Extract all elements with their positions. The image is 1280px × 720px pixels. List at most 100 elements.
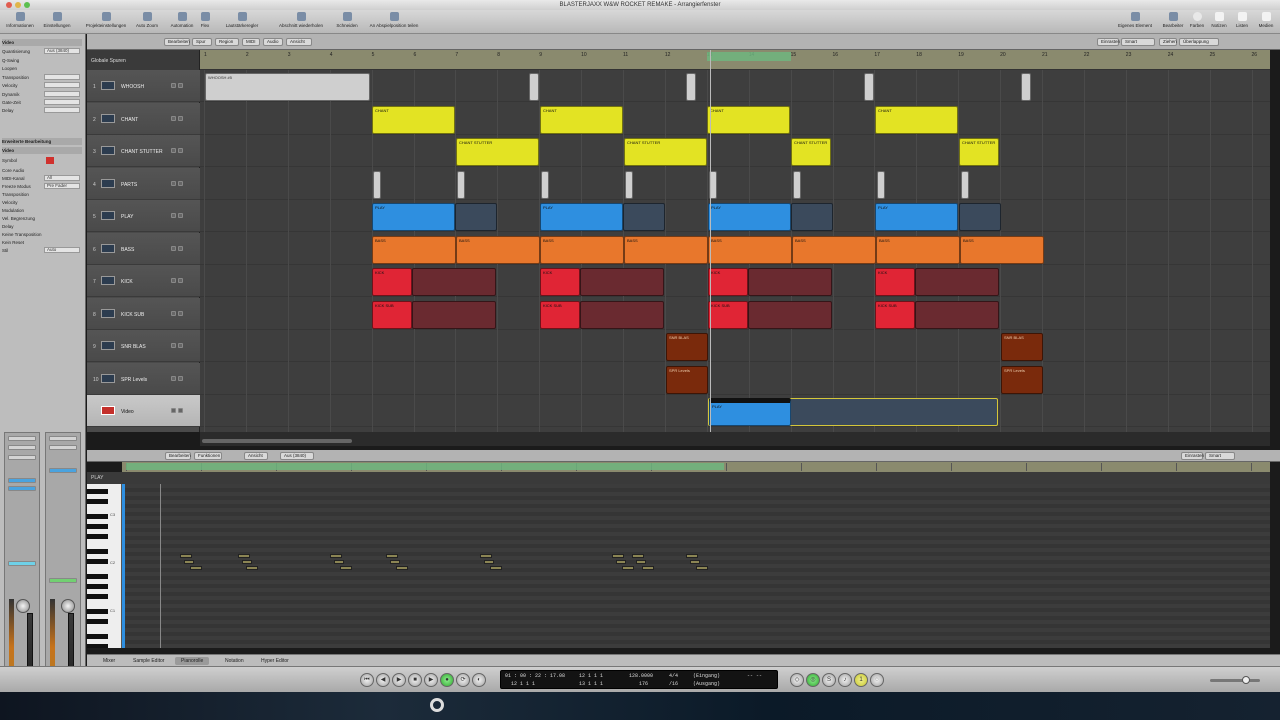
eq-button[interactable] (49, 445, 77, 450)
region[interactable] (455, 203, 497, 231)
menu-audio[interactable]: Audio (263, 38, 283, 46)
solo-button[interactable] (178, 213, 183, 218)
tab-notation[interactable]: Notation (219, 657, 250, 665)
region[interactable]: CHANT STUTTER (959, 138, 999, 166)
region[interactable]: CHANT STUTTER (456, 138, 539, 166)
black-key[interactable] (87, 609, 108, 614)
tab-mixer[interactable]: Mixer (97, 657, 121, 665)
output-slot[interactable] (8, 486, 36, 491)
mute-button[interactable] (171, 343, 176, 348)
scroll-thumb[interactable] (202, 439, 352, 443)
toolbar-media-button[interactable]: Medien (1254, 12, 1278, 28)
delay-field[interactable] (44, 107, 80, 113)
region[interactable]: PLAY (875, 203, 958, 231)
toolbar-informationen-button[interactable]: Informationen (3, 12, 37, 28)
solo-button[interactable] (178, 83, 183, 88)
instrument-slot[interactable] (8, 478, 36, 483)
region[interactable]: PLAY (708, 203, 791, 231)
black-key[interactable] (87, 489, 108, 494)
mute-solo-buttons[interactable] (171, 148, 193, 154)
stop-icon[interactable]: ■ (408, 673, 422, 687)
region[interactable]: KICK SUB (372, 300, 412, 329)
fast-forward-icon[interactable]: ▶ (392, 673, 406, 687)
menu-bearbeiten[interactable]: Bearbeiten (164, 38, 190, 46)
region[interactable]: CHANT (540, 105, 623, 134)
black-key[interactable] (87, 584, 108, 589)
group-slot[interactable] (8, 561, 36, 566)
output-slot[interactable] (49, 468, 77, 473)
mute-button[interactable] (171, 115, 176, 121)
midi-note[interactable] (686, 554, 698, 558)
mute-solo-buttons[interactable] (171, 180, 193, 187)
close-window-icon[interactable] (6, 2, 12, 8)
tab-hyper-editor[interactable]: Hyper Editor (255, 657, 295, 665)
region[interactable]: KICK (372, 268, 412, 296)
region[interactable] (580, 268, 664, 296)
track-lane[interactable] (200, 168, 1270, 200)
midi-note[interactable] (340, 566, 352, 570)
menu-region[interactable]: Region (215, 38, 239, 46)
tuner-icon[interactable]: ◎ (806, 673, 820, 687)
mute-button[interactable] (171, 375, 176, 381)
region[interactable] (864, 73, 874, 101)
region[interactable]: KICK SUB (708, 300, 748, 329)
black-key[interactable] (87, 514, 108, 519)
region[interactable]: CHANT (875, 105, 958, 134)
region[interactable] (793, 170, 801, 199)
midi-note[interactable] (636, 560, 646, 564)
midi-note[interactable] (184, 560, 194, 564)
region[interactable]: PLAY (709, 398, 791, 426)
pr-quantize-select[interactable]: Aus (3840) (280, 452, 314, 460)
solo-icon[interactable]: S (822, 673, 836, 687)
pan-knob[interactable] (61, 599, 75, 613)
solo-button[interactable] (178, 115, 183, 121)
midi-note[interactable] (690, 560, 700, 564)
setting-button[interactable] (8, 436, 36, 441)
region[interactable] (1021, 73, 1031, 101)
region[interactable]: SPR Levels (1001, 365, 1043, 394)
solo-button[interactable] (178, 278, 183, 283)
midi-note[interactable] (612, 554, 624, 558)
cycle-icon[interactable]: ⟳ (456, 673, 470, 687)
track-lane[interactable] (200, 363, 1270, 395)
pan-knob[interactable] (16, 599, 30, 613)
region[interactable] (915, 300, 999, 329)
region[interactable]: PLAY (540, 203, 623, 231)
track-header[interactable]: 2 CHANT (87, 102, 200, 135)
cycle-region[interactable] (707, 52, 791, 61)
region[interactable] (959, 203, 1001, 231)
midi-note[interactable] (180, 554, 192, 558)
region[interactable]: BASS (456, 235, 540, 264)
horizontal-scrollbar[interactable] (200, 432, 1270, 446)
setting-button[interactable] (49, 436, 77, 441)
mute-button[interactable] (171, 310, 176, 316)
black-key[interactable] (87, 559, 108, 564)
playhead[interactable] (710, 50, 711, 432)
toolbar-notes-button[interactable]: Notizen (1208, 12, 1230, 28)
track-header[interactable]: 5 PLAY (87, 200, 200, 232)
mute-solo-buttons[interactable] (171, 408, 193, 414)
drag-select[interactable]: Überlappung (1179, 38, 1219, 46)
mute-solo-buttons[interactable] (171, 83, 193, 89)
region[interactable]: PLAY (372, 203, 455, 231)
solo-button[interactable] (178, 375, 183, 381)
region[interactable]: BASS (876, 235, 960, 264)
region[interactable] (961, 170, 969, 199)
midi-note[interactable] (480, 554, 492, 558)
mute-solo-buttons[interactable] (171, 245, 193, 252)
mute-button[interactable] (171, 245, 176, 251)
region[interactable]: KICK SUB (875, 300, 915, 329)
track-lane[interactable] (200, 330, 1270, 362)
region[interactable] (623, 203, 665, 231)
velocity-field[interactable] (44, 82, 80, 88)
toolbar-split-button[interactable]: An Abspielposition teilen (362, 12, 426, 28)
region[interactable] (580, 300, 664, 329)
region[interactable] (625, 170, 633, 199)
midi-note[interactable] (396, 566, 408, 570)
midi-note[interactable] (246, 566, 258, 570)
piano-roll-cycle[interactable] (126, 463, 724, 470)
mute-button[interactable] (171, 83, 176, 88)
menu-ansicht[interactable]: Ansicht (286, 38, 312, 46)
region[interactable] (915, 268, 999, 296)
style-select[interactable]: Auto (44, 247, 80, 253)
